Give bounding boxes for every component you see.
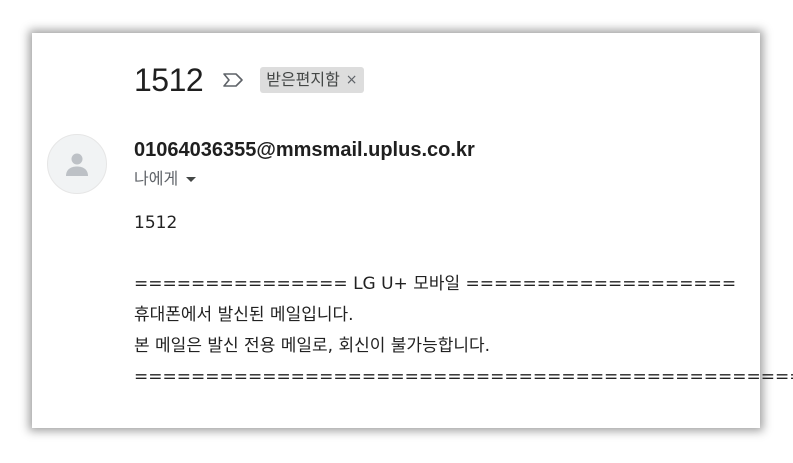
inbox-label-text: 받은편지함 bbox=[266, 70, 340, 89]
recipient-row: 나에게 bbox=[134, 168, 197, 190]
sender-address: 01064036355@mmsmail.uplus.co.kr bbox=[134, 139, 475, 161]
recipient-label: 나에게 bbox=[134, 169, 179, 188]
email-subject: 1512 bbox=[134, 62, 204, 98]
sender-avatar[interactable] bbox=[47, 134, 107, 194]
chevron-down-icon[interactable] bbox=[186, 176, 197, 182]
body-line-no-reply: 본 메일은 발신 전용 메일로, 회신이 불가능합니다. bbox=[134, 336, 491, 356]
body-line-notice: 휴대폰에서 발신된 메일입니다. bbox=[134, 305, 354, 325]
body-line-footer-divider: ========================================… bbox=[134, 367, 793, 387]
remove-label-close-icon[interactable]: × bbox=[346, 67, 358, 93]
inbox-label-chip[interactable]: 받은편지함 × bbox=[260, 67, 364, 93]
body-line-subject: 1512 bbox=[134, 213, 178, 233]
body-line-header-divider: =============== LG U+ 모바일 ==============… bbox=[134, 274, 737, 294]
subject-row: 1512 받은편지함 × bbox=[134, 60, 364, 100]
important-marker-icon[interactable] bbox=[221, 70, 245, 90]
person-icon bbox=[66, 153, 88, 176]
